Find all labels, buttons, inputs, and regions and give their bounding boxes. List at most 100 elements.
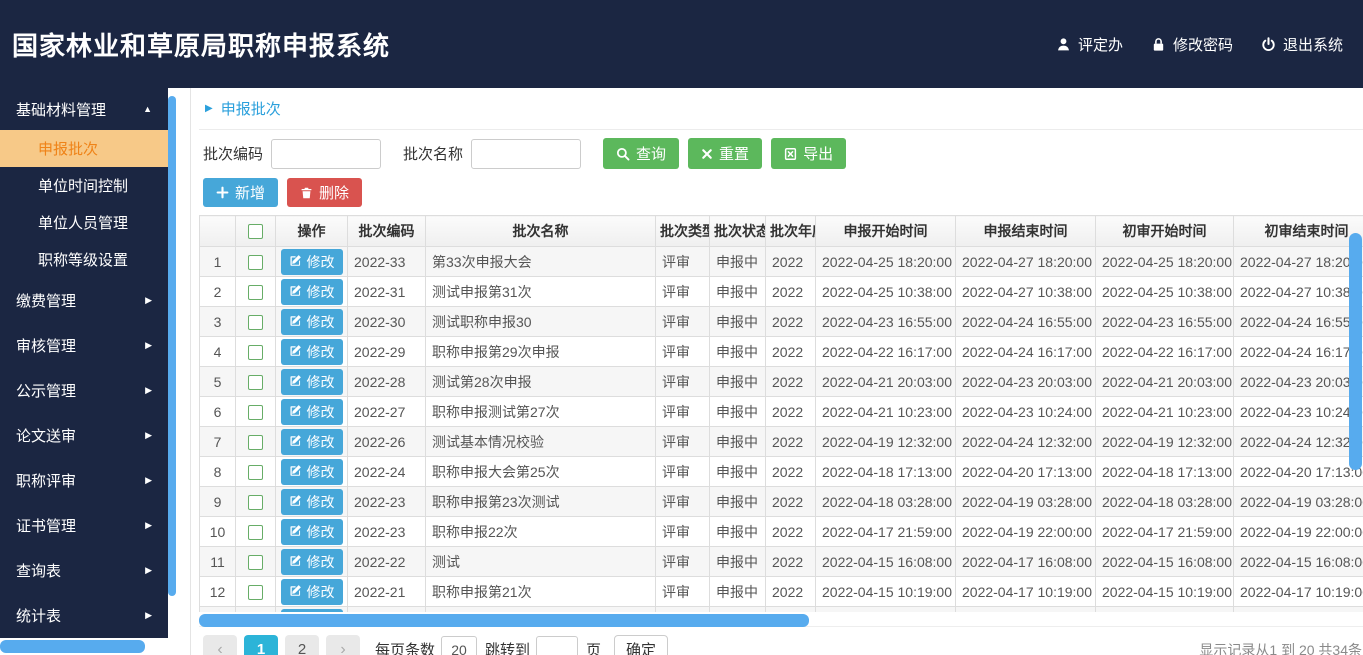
cell-batch-year: 2022 bbox=[766, 457, 816, 487]
delete-button[interactable]: 删除 bbox=[287, 178, 362, 207]
modify-button[interactable]: 修改 bbox=[281, 399, 343, 425]
action-toolbar: 新增 删除 bbox=[199, 178, 1363, 207]
cell-batch-status: 申报中 bbox=[710, 577, 766, 607]
modify-button-label: 修改 bbox=[307, 252, 335, 272]
column-header-3: 批次类型 bbox=[656, 216, 710, 247]
cell-review-start: 2022-04-19 12:32:00 bbox=[1096, 427, 1234, 457]
row-checkbox[interactable] bbox=[248, 525, 263, 540]
cell-operation: 修改 bbox=[276, 517, 348, 547]
sidebar-vertical-scrollbar[interactable] bbox=[168, 96, 176, 596]
batch-code-input[interactable] bbox=[271, 139, 381, 169]
sidebar-item-publicity-management[interactable]: 公示管理▶ bbox=[0, 368, 168, 413]
table-vertical-scrollbar[interactable] bbox=[1349, 233, 1362, 470]
add-button[interactable]: 新增 bbox=[203, 178, 278, 207]
prev-page-button[interactable]: ‹ bbox=[203, 635, 237, 655]
modify-button-label: 修改 bbox=[307, 312, 335, 332]
modify-button[interactable]: 修改 bbox=[281, 579, 343, 605]
batch-table-container: 操作批次编码批次名称批次类型批次状态批次年度申报开始时间申报结束时间初审开始时间… bbox=[199, 215, 1363, 612]
modify-button[interactable]: 修改 bbox=[281, 309, 343, 335]
sidebar-item-paper-review[interactable]: 论文送审▶ bbox=[0, 413, 168, 458]
row-checkbox[interactable] bbox=[248, 435, 263, 450]
sidebar-item-declare-batch[interactable]: 申报批次 bbox=[0, 130, 168, 167]
sidebar-item-query-table[interactable]: 查询表▶ bbox=[0, 548, 168, 593]
modify-button[interactable]: 修改 bbox=[281, 279, 343, 305]
page-button-1[interactable]: 1 bbox=[244, 635, 278, 655]
sidebar-item-audit-management[interactable]: 审核管理▶ bbox=[0, 323, 168, 368]
page-button-2[interactable]: 2 bbox=[285, 635, 319, 655]
sidebar-item-certificate-management[interactable]: 证书管理▶ bbox=[0, 503, 168, 548]
cell-batch-status: 申报中 bbox=[710, 427, 766, 457]
edit-icon bbox=[289, 494, 302, 510]
query-button[interactable]: 查询 bbox=[603, 138, 679, 169]
sidebar-item-unit-time-control[interactable]: 单位时间控制 bbox=[0, 167, 168, 204]
header-link-user[interactable]: 评定办 bbox=[1056, 34, 1123, 55]
sidebar-horizontal-scrollbar[interactable] bbox=[0, 640, 145, 653]
row-index: 9 bbox=[200, 487, 236, 517]
sidebar-item-label: 单位人员管理 bbox=[38, 212, 128, 233]
cell-declare-end: 2022-04-19 03:28:00 bbox=[956, 487, 1096, 517]
batch-table: 操作批次编码批次名称批次类型批次状态批次年度申报开始时间申报结束时间初审开始时间… bbox=[199, 215, 1363, 612]
modify-button[interactable]: 修改 bbox=[281, 519, 343, 545]
modify-button[interactable]: 修改 bbox=[281, 489, 343, 515]
cell-declare-start: 2022-04-15 16:08:00 bbox=[816, 547, 956, 577]
cell-batch-name: 测试第28次申报 bbox=[426, 367, 656, 397]
search-toolbar: 批次编码 批次名称 查询 重置 导出 bbox=[199, 138, 1363, 169]
edit-icon bbox=[289, 404, 302, 420]
sidebar-item-basic-materials[interactable]: 基础材料管理▲ bbox=[0, 88, 168, 130]
cell-declare-start: 2022-04-18 03:28:00 bbox=[816, 487, 956, 517]
power-icon bbox=[1261, 37, 1276, 52]
per-page-input[interactable] bbox=[441, 636, 477, 655]
sidebar-item-statistics-table[interactable]: 统计表▶ bbox=[0, 593, 168, 638]
table-hscroll-track bbox=[199, 614, 1363, 627]
cell-declare-end: 2022-04-24 16:55:00 bbox=[956, 307, 1096, 337]
sidebar-item-title-review[interactable]: 职称评审▶ bbox=[0, 458, 168, 503]
cell-batch-status: 申报中 bbox=[710, 517, 766, 547]
table-row: 10修改2022-23职称申报22次评审申报中20222022-04-17 21… bbox=[200, 517, 1363, 547]
row-checkbox[interactable] bbox=[248, 495, 263, 510]
cell-checkbox bbox=[236, 307, 276, 337]
cell-batch-name: 第33次申报大会 bbox=[426, 247, 656, 277]
reset-button[interactable]: 重置 bbox=[688, 138, 762, 169]
batch-name-input[interactable] bbox=[471, 139, 581, 169]
modify-button-label: 修改 bbox=[307, 342, 335, 362]
expand-arrow-icon: ▶ bbox=[145, 295, 152, 306]
modify-button[interactable]: 修改 bbox=[281, 459, 343, 485]
row-checkbox[interactable] bbox=[248, 465, 263, 480]
table-row: 4修改2022-29职称申报第29次申报评审申报中20222022-04-22 … bbox=[200, 337, 1363, 367]
modify-button[interactable]: 修改 bbox=[281, 369, 343, 395]
row-checkbox[interactable] bbox=[248, 555, 263, 570]
header-link-logout[interactable]: 退出系统 bbox=[1261, 34, 1343, 55]
table-horizontal-scrollbar[interactable] bbox=[199, 614, 809, 627]
modify-button[interactable]: 修改 bbox=[281, 429, 343, 455]
select-all-checkbox[interactable] bbox=[248, 224, 263, 239]
row-checkbox[interactable] bbox=[248, 255, 263, 270]
sidebar-item-title-level-setting[interactable]: 职称等级设置 bbox=[0, 241, 168, 278]
cell-batch-code: 2022-23 bbox=[348, 487, 426, 517]
cell-operation: 修改 bbox=[276, 277, 348, 307]
cell-declare-start: 2022-04-18 17:13:00 bbox=[816, 457, 956, 487]
confirm-button[interactable]: 确定 bbox=[614, 635, 668, 655]
jump-page-input[interactable] bbox=[536, 636, 578, 655]
modify-button-label: 修改 bbox=[307, 462, 335, 482]
row-checkbox[interactable] bbox=[248, 585, 263, 600]
cell-operation: 修改 bbox=[276, 487, 348, 517]
next-page-button[interactable]: › bbox=[326, 635, 360, 655]
row-checkbox[interactable] bbox=[248, 345, 263, 360]
column-header-2: 批次名称 bbox=[426, 216, 656, 247]
modify-button[interactable]: 修改 bbox=[281, 249, 343, 275]
cell-operation: 修改 bbox=[276, 547, 348, 577]
row-checkbox[interactable] bbox=[248, 285, 263, 300]
row-checkbox[interactable] bbox=[248, 405, 263, 420]
modify-button[interactable]: 修改 bbox=[281, 549, 343, 575]
modify-button-label: 修改 bbox=[307, 582, 335, 602]
edit-icon bbox=[289, 584, 302, 600]
cell-checkbox bbox=[236, 367, 276, 397]
sidebar-item-payment-management[interactable]: 缴费管理▶ bbox=[0, 278, 168, 323]
modify-button[interactable]: 修改 bbox=[281, 609, 343, 613]
modify-button[interactable]: 修改 bbox=[281, 339, 343, 365]
header-link-change-password[interactable]: 修改密码 bbox=[1151, 34, 1233, 55]
export-button[interactable]: 导出 bbox=[771, 138, 846, 169]
row-checkbox[interactable] bbox=[248, 315, 263, 330]
row-checkbox[interactable] bbox=[248, 375, 263, 390]
sidebar-item-unit-personnel[interactable]: 单位人员管理 bbox=[0, 204, 168, 241]
